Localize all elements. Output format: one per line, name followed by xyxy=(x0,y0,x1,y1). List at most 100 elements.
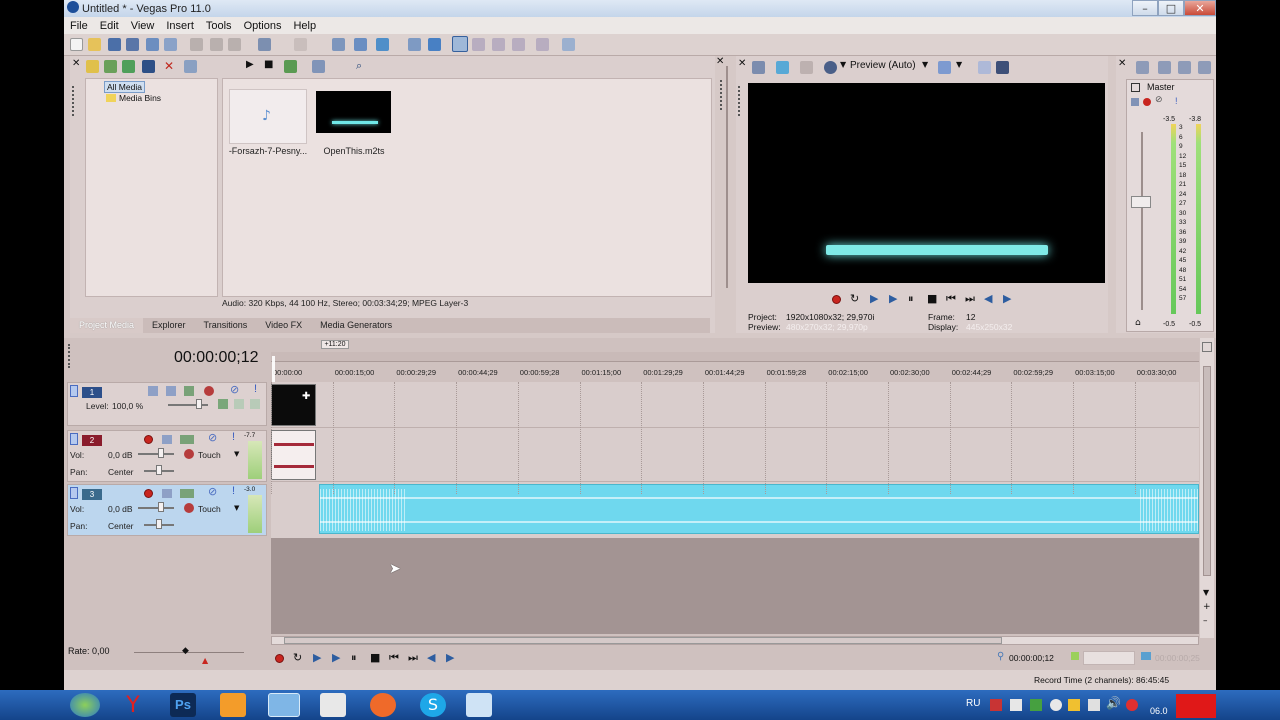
envelope-tool-icon[interactable] xyxy=(472,38,485,51)
remove-icon[interactable]: ✕ xyxy=(164,59,174,73)
child-track-icon[interactable] xyxy=(250,399,260,409)
scroll-thumb[interactable] xyxy=(284,637,1002,644)
go-to-end-icon[interactable]: ⏭ xyxy=(408,651,418,665)
pan-slider[interactable] xyxy=(156,465,162,475)
previous-frame-icon[interactable]: ◀ xyxy=(427,651,435,664)
minimize-button[interactable]: – xyxy=(1132,0,1158,16)
go-to-start-icon[interactable]: ⏮ xyxy=(946,292,956,306)
next-frame-icon[interactable]: ▶ xyxy=(1003,292,1011,305)
tray-icon[interactable] xyxy=(1010,699,1022,711)
chevron-down-icon[interactable]: ▼ xyxy=(840,60,846,69)
stop-icon[interactable]: ■ xyxy=(370,651,380,664)
mute-track-icon[interactable]: ⊘ xyxy=(208,431,217,444)
media-thumbnail-video[interactable] xyxy=(316,91,391,133)
chevron-down-icon[interactable]: ▼ xyxy=(956,60,962,69)
arm-record-icon[interactable] xyxy=(144,489,153,498)
tray-icon[interactable] xyxy=(1030,699,1042,711)
expand-track-icon[interactable] xyxy=(70,487,78,499)
normal-edit-tool-icon[interactable] xyxy=(452,36,468,52)
meter-options-icon[interactable] xyxy=(1198,61,1211,74)
parent-track-icon[interactable] xyxy=(234,399,244,409)
tab-transitions[interactable]: Transitions xyxy=(195,318,257,333)
search-icon[interactable]: ⌕ xyxy=(356,59,362,73)
auto-ripple-icon[interactable] xyxy=(354,38,367,51)
skype-icon[interactable]: S xyxy=(420,693,446,717)
tab-project-media[interactable]: Project Media xyxy=(70,318,144,333)
pause-icon[interactable]: ⏸ xyxy=(908,292,914,306)
track-header-audio-3[interactable]: 3 ⊘ ! -3.0 Vol: 0,0 dB Touch ▼ Pan: Cent… xyxy=(67,484,267,536)
media-fx-icon[interactable] xyxy=(184,60,197,73)
menu-view[interactable]: View xyxy=(125,20,161,32)
panel-splitter[interactable] xyxy=(726,66,728,288)
render-icon[interactable] xyxy=(146,38,159,51)
zoom-out-icon[interactable]: – xyxy=(1203,616,1208,626)
capture-icon[interactable] xyxy=(104,60,117,73)
volume-slider[interactable] xyxy=(158,502,164,512)
properties-icon[interactable] xyxy=(164,38,177,51)
solo-track-icon[interactable]: ! xyxy=(232,485,235,497)
import-media-icon[interactable] xyxy=(86,60,99,73)
cursor-position[interactable]: 00:00:00;12 xyxy=(1009,653,1054,663)
tab-media-generators[interactable]: Media Generators xyxy=(311,318,401,333)
opera-icon[interactable] xyxy=(370,693,396,717)
rate-slider[interactable]: ◆ xyxy=(182,646,189,656)
new-icon[interactable] xyxy=(70,38,83,51)
track-routing-icon[interactable] xyxy=(180,435,194,444)
auto-crossfade-icon[interactable] xyxy=(408,38,421,51)
next-frame-icon[interactable]: ▶ xyxy=(446,651,454,664)
preview-screen[interactable] xyxy=(748,83,1105,283)
ignore-grouping-icon[interactable] xyxy=(428,38,441,51)
external-monitor-icon[interactable] xyxy=(776,61,789,74)
menu-help[interactable]: Help xyxy=(287,20,322,32)
contacts-icon[interactable] xyxy=(320,693,346,717)
tray-icon[interactable] xyxy=(1068,699,1080,711)
play-icon[interactable]: ▶ xyxy=(332,651,340,664)
chevron-down-icon[interactable]: ▼ xyxy=(922,60,928,69)
vegas-taskbar-icon[interactable] xyxy=(268,693,300,717)
tree-item-media-bins[interactable]: Media Bins xyxy=(119,93,161,103)
selection-field[interactable] xyxy=(1083,651,1135,665)
expand-track-icon[interactable] xyxy=(70,433,78,445)
solo-track-icon[interactable]: ! xyxy=(232,431,235,443)
media-thumbnail-audio[interactable]: ♪ xyxy=(229,89,307,144)
maximize-button[interactable]: □ xyxy=(1158,0,1184,16)
preview-quality[interactable]: Preview (Auto) xyxy=(850,60,916,71)
track-fx-icon[interactable] xyxy=(162,489,172,498)
selection-length[interactable]: 00:00:00;25 xyxy=(1155,653,1200,663)
tray-icon[interactable] xyxy=(1126,699,1138,711)
copy-icon[interactable] xyxy=(210,38,223,51)
redo-icon[interactable] xyxy=(294,38,307,51)
tray-icon[interactable] xyxy=(1050,699,1062,711)
close-panel-icon[interactable]: ✕ xyxy=(72,58,80,69)
open-icon[interactable] xyxy=(88,38,101,51)
mute-track-icon[interactable]: ⊘ xyxy=(208,485,217,498)
master-fader[interactable] xyxy=(1131,196,1151,208)
get-media-icon[interactable] xyxy=(122,60,135,73)
lock-envelopes-icon[interactable] xyxy=(376,38,389,51)
arm-record-icon[interactable] xyxy=(144,435,153,444)
play-from-start-icon[interactable]: ▶ xyxy=(870,292,878,305)
solo-track-icon[interactable]: ! xyxy=(254,383,257,395)
photoshop-icon[interactable]: Ps xyxy=(170,693,196,717)
close-button[interactable]: ✕ xyxy=(1184,0,1216,16)
timeline-grip-icon[interactable] xyxy=(68,344,72,368)
close-panel-icon[interactable]: ✕ xyxy=(716,56,724,67)
track-motion-icon[interactable] xyxy=(148,386,158,396)
close-panel-icon[interactable]: ✕ xyxy=(738,58,746,69)
bypass-motion-icon[interactable] xyxy=(218,399,228,409)
save-as-icon[interactable] xyxy=(126,38,139,51)
play-preview-icon[interactable]: ▶ xyxy=(246,59,254,70)
play-icon[interactable]: ▶ xyxy=(889,292,897,305)
zoom-in-icon[interactable]: + xyxy=(1203,602,1211,612)
mixer-toolbar-icon[interactable] xyxy=(1136,61,1149,74)
chevron-down-icon[interactable]: ▼ xyxy=(234,504,239,512)
menu-file[interactable]: File xyxy=(64,20,94,32)
previous-frame-icon[interactable]: ◀ xyxy=(984,292,992,305)
lock-icon[interactable]: ⌂ xyxy=(1135,318,1141,328)
menu-edit[interactable]: Edit xyxy=(94,20,125,32)
media-caption[interactable]: -Forsazh-7-Pesny... xyxy=(227,146,309,156)
network-icon[interactable] xyxy=(1088,699,1100,711)
composite-mode-icon[interactable] xyxy=(184,386,194,396)
tray-icon[interactable] xyxy=(990,699,1002,711)
automation-settings-icon[interactable] xyxy=(184,503,194,513)
